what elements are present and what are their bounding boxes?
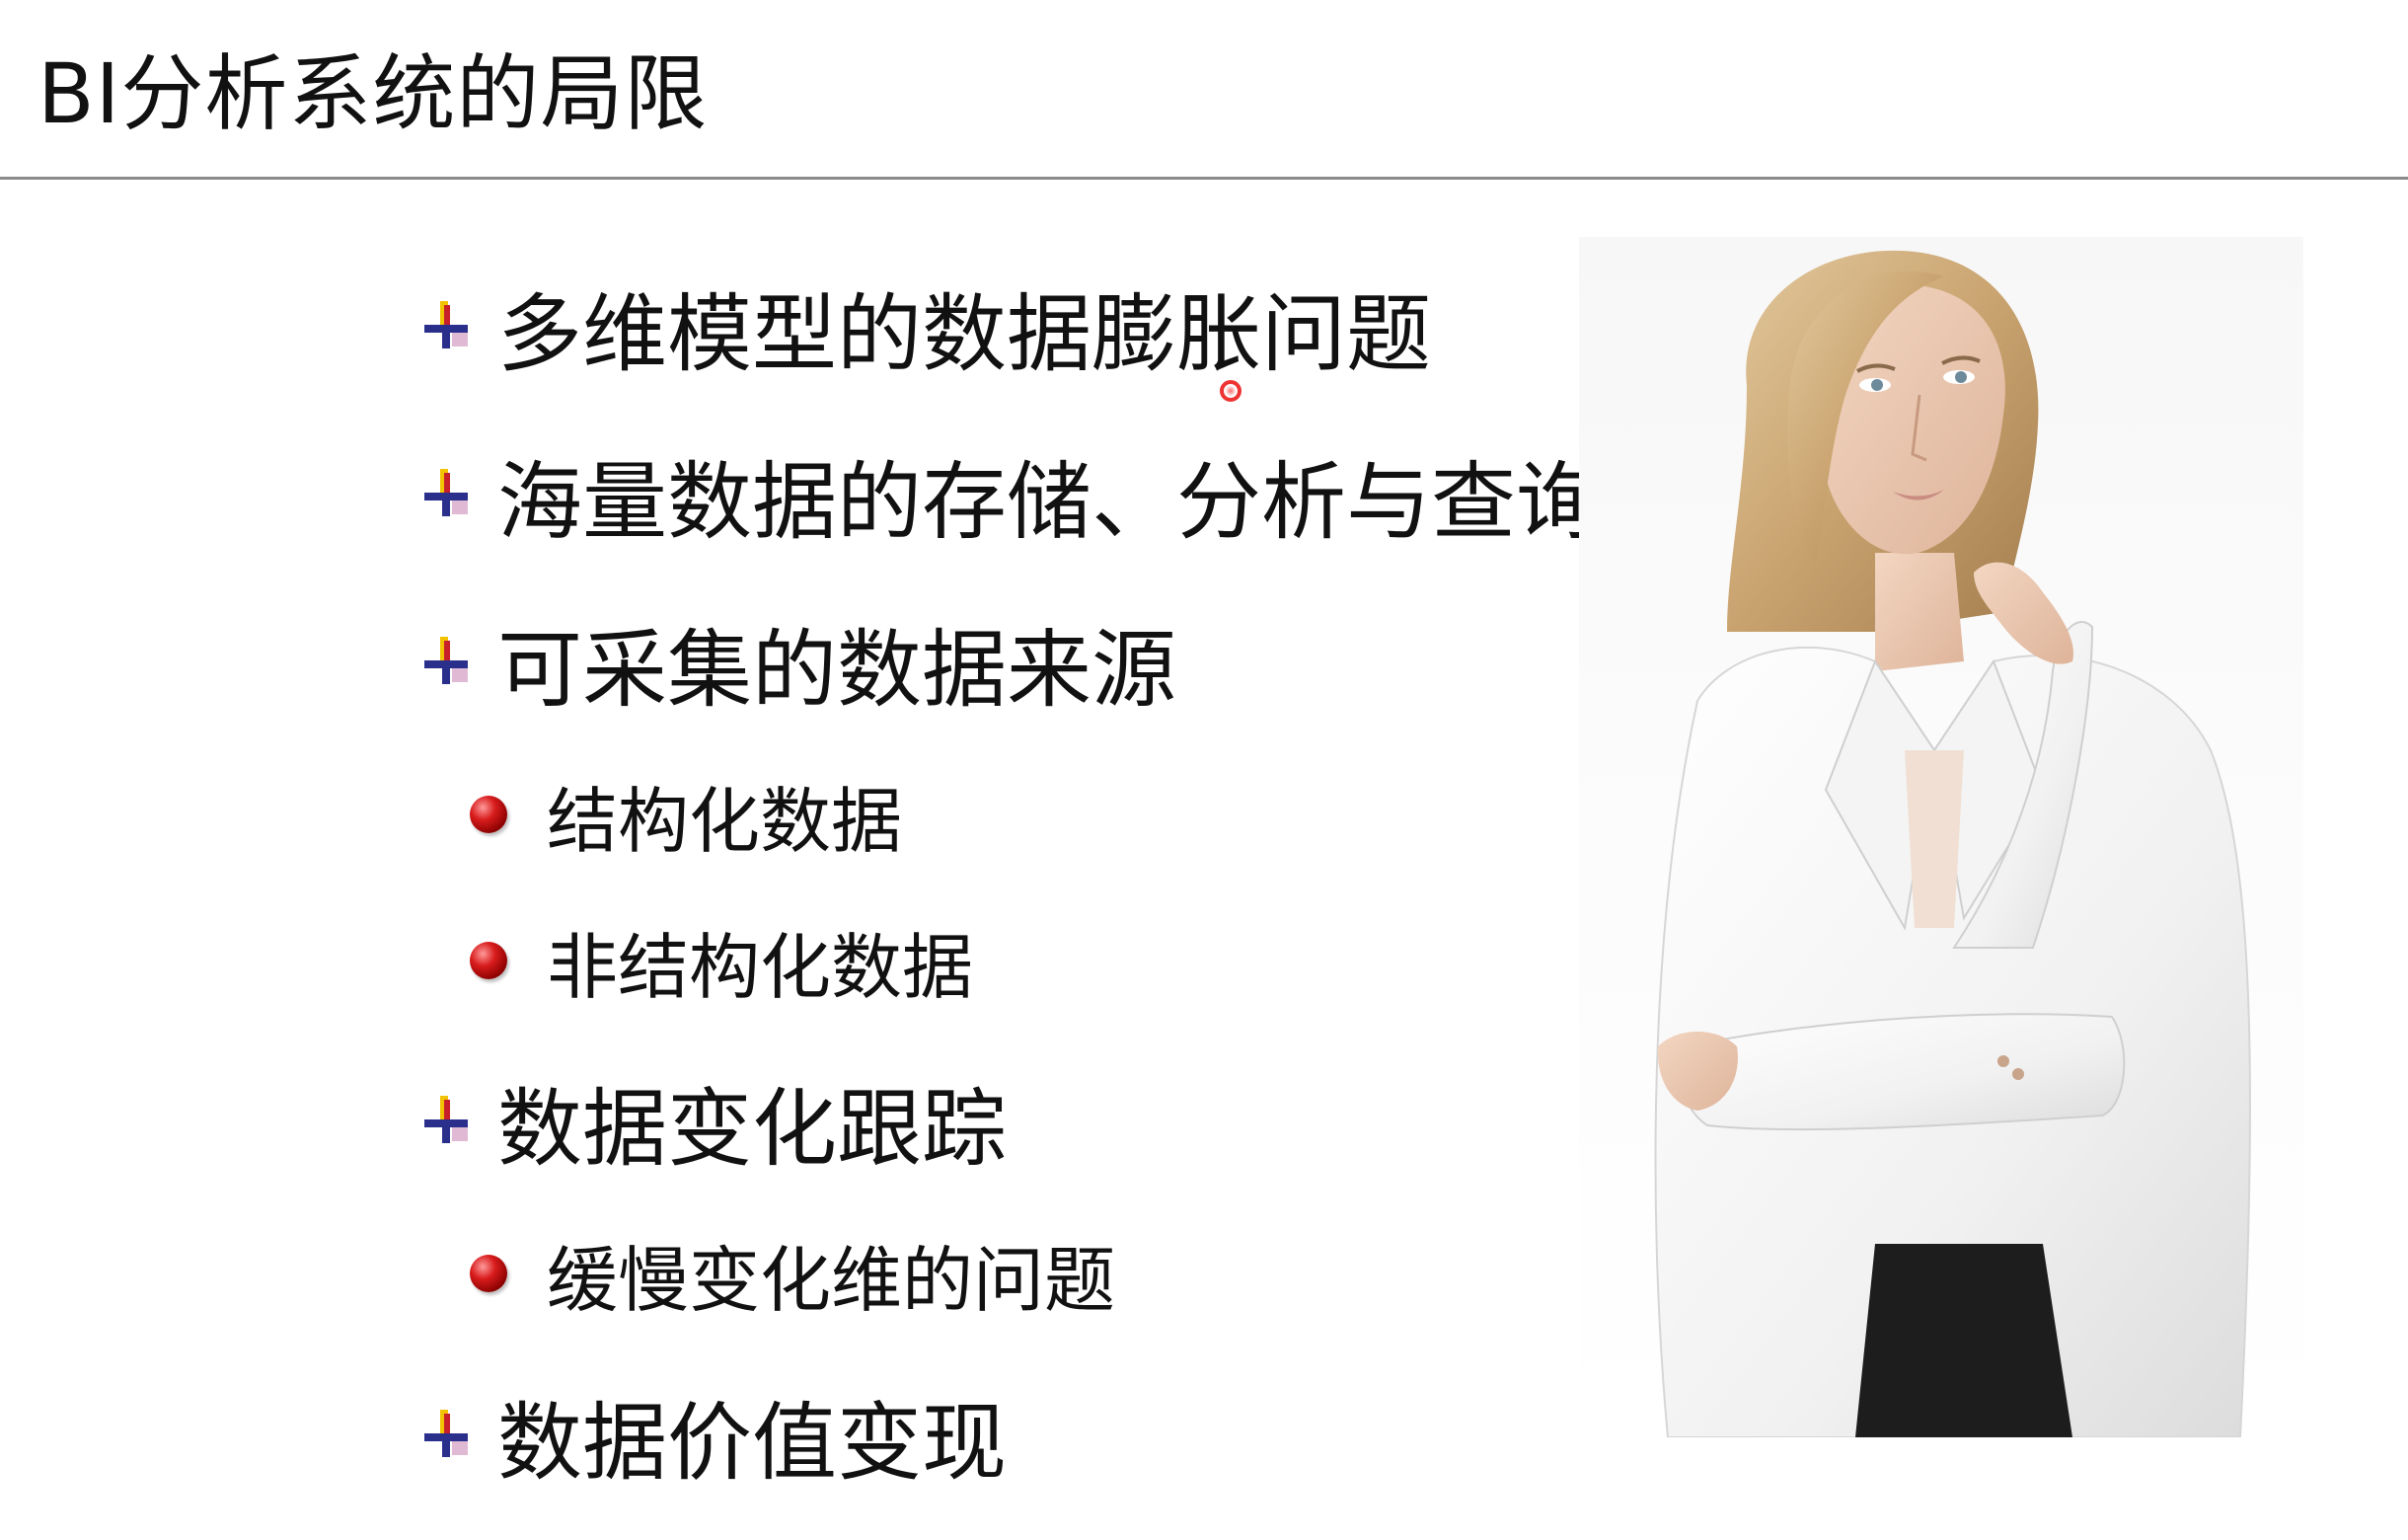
bullet-text: 海量数据的存储、分析与查询 — [497, 452, 1601, 552]
bullet-text: 可采集的数据来源 — [497, 620, 1176, 720]
sub-bullet-item: 结构化数据 — [470, 760, 902, 869]
sub-bullet-text: 结构化数据 — [547, 779, 903, 863]
sub-bullet-item: 缓慢变化维的问题 — [470, 1219, 1115, 1328]
plus-cross-icon — [424, 1410, 468, 1459]
plus-cross-icon — [424, 637, 468, 686]
plus-cross-icon — [424, 1096, 468, 1145]
bullet-text: 多维模型的数据膨胀问题 — [497, 284, 1431, 384]
bullet-text: 数据价值变现 — [497, 1393, 1007, 1493]
sub-bullet-text: 缓慢变化维的问题 — [547, 1238, 1116, 1322]
bullet-item: 可采集的数据来源 — [424, 602, 1176, 721]
plus-cross-icon — [424, 469, 468, 518]
sub-bullet-item: 非结构化数据 — [470, 906, 973, 1015]
red-sphere-icon — [470, 1255, 507, 1292]
bullet-item: 数据变化跟踪 — [424, 1061, 1007, 1180]
slide: BI分析系统的局限 多维模型的数据膨胀问题 海量数据的存储、分析与查询 可采集的… — [0, 0, 2408, 1540]
bullet-item: 多维模型的数据膨胀问题 — [424, 267, 1431, 385]
bullet-list: 多维模型的数据膨胀问题 海量数据的存储、分析与查询 可采集的数据来源 结构化数据… — [0, 0, 1601, 1540]
thinking-woman-photo — [1579, 237, 2303, 1437]
plus-cross-icon — [424, 301, 468, 350]
bullet-item: 数据价值变现 — [424, 1375, 1007, 1494]
bullet-item: 海量数据的存储、分析与查询 — [424, 434, 1601, 553]
red-sphere-icon — [470, 942, 507, 979]
red-sphere-icon — [470, 796, 507, 833]
bullet-text: 数据变化跟踪 — [497, 1079, 1007, 1179]
sub-bullet-text: 非结构化数据 — [547, 925, 974, 1009]
laser-pointer-icon — [1220, 380, 1242, 402]
